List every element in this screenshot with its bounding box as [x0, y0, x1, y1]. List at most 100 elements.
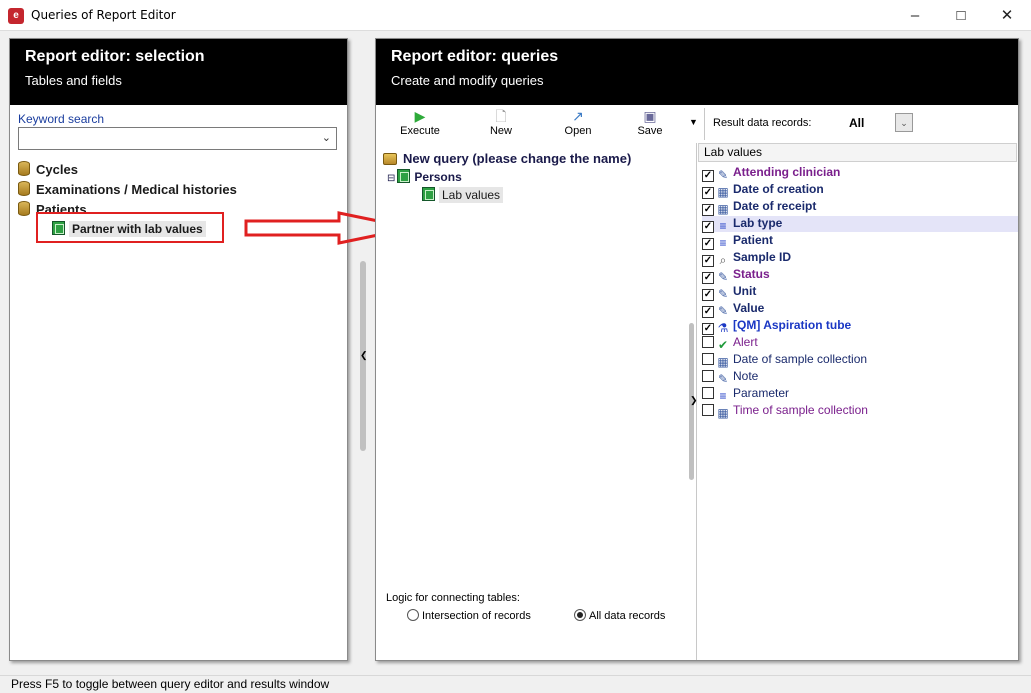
- logic-label: Logic for connecting tables:: [386, 592, 520, 604]
- save-button[interactable]: ▣ Save: [622, 108, 678, 137]
- field-checkbox[interactable]: ✓: [702, 221, 714, 233]
- field-row[interactable]: ✎ Note: [702, 369, 1018, 386]
- field-checkbox[interactable]: [702, 353, 714, 365]
- field-checkbox[interactable]: ✓: [702, 289, 714, 301]
- edit-icon: ✎: [717, 168, 729, 182]
- list-icon: ≡: [719, 236, 727, 250]
- field-checkbox[interactable]: ✓: [702, 187, 714, 199]
- result-records-dropdown[interactable]: ⌄: [895, 113, 913, 132]
- calendar-icon: ▦: [717, 202, 729, 216]
- field-row[interactable]: ✓ ✎ Attending clinician: [702, 165, 1018, 182]
- execute-button[interactable]: ▶ Execute: [392, 108, 448, 137]
- folder-open-icon: ↗: [572, 108, 584, 124]
- new-document-icon: 🗋: [495, 108, 507, 124]
- window-title: Queries of Report Editor: [31, 8, 176, 22]
- collapse-left-icon[interactable]: ❮: [360, 350, 368, 361]
- field-row[interactable]: ✓ ≡ Patient: [702, 233, 1018, 250]
- query-node-label: Lab values: [439, 187, 504, 203]
- play-icon: ▶: [414, 108, 426, 124]
- field-checkbox[interactable]: ✓: [702, 306, 714, 318]
- field-row[interactable]: ✓ ✎ Unit: [702, 284, 1018, 301]
- queries-panel-header: Report editor: queries Create and modify…: [376, 39, 1018, 105]
- execute-label: Execute: [400, 125, 440, 137]
- field-row[interactable]: ✓ ✎ Value: [702, 301, 1018, 318]
- query-root-node[interactable]: New query (please change the name): [383, 151, 631, 166]
- field-label: Date of sample collection: [733, 352, 868, 366]
- chevron-down-icon[interactable]: ⌄: [322, 131, 331, 144]
- fields-list-header: Lab values: [698, 143, 1017, 162]
- radio-all-records[interactable]: All data records: [574, 609, 665, 622]
- table-icon: [422, 187, 435, 201]
- radio-label: All data records: [589, 610, 666, 622]
- keyword-search-input[interactable]: ⌄: [18, 127, 337, 150]
- minimize-icon[interactable]: –: [892, 0, 938, 31]
- tree-item-examinations[interactable]: Examinations / Medical histories: [18, 181, 237, 197]
- close-icon[interactable]: ✕: [984, 0, 1030, 31]
- field-row[interactable]: ✓ ⚗ [QM] Aspiration tube: [702, 318, 1018, 335]
- edit-icon: ✎: [717, 304, 729, 318]
- calendar-icon: ▦: [717, 185, 729, 199]
- query-toolbar: ▶ Execute 🗋 New ↗ Open ▣ Save ▼: [376, 106, 698, 142]
- selection-panel-header: Report editor: selection Tables and fiel…: [10, 39, 347, 105]
- toolbar-overflow-chevron-icon[interactable]: ▼: [689, 117, 698, 127]
- query-node-lab-values[interactable]: Lab values: [422, 187, 504, 203]
- keyword-search-label: Keyword search: [18, 112, 105, 126]
- database-icon: [18, 181, 30, 196]
- field-checkbox[interactable]: [702, 370, 714, 382]
- field-label: Sample ID: [733, 250, 792, 264]
- flask-icon: ⚗: [717, 321, 729, 335]
- field-checkbox[interactable]: [702, 404, 714, 416]
- result-records-value: All: [849, 116, 865, 130]
- field-checkbox[interactable]: ✓: [702, 204, 714, 216]
- field-label: Value: [733, 301, 765, 315]
- field-row[interactable]: ✓ ⌕ Sample ID: [702, 250, 1018, 267]
- field-row[interactable]: ▦ Time of sample collection: [702, 403, 1018, 420]
- calendar-icon: ▦: [717, 406, 729, 420]
- query-icon: [383, 153, 397, 165]
- field-checkbox[interactable]: ✓: [702, 272, 714, 284]
- result-records-label: Result data records:: [713, 117, 812, 129]
- edit-icon: ✎: [717, 270, 729, 284]
- field-row[interactable]: ≡ Parameter: [702, 386, 1018, 403]
- field-row[interactable]: ✓ ▦ Date of receipt: [702, 199, 1018, 216]
- field-label: Parameter: [733, 386, 790, 400]
- database-icon: [18, 201, 30, 216]
- app-logo-icon: e: [8, 8, 24, 24]
- field-row[interactable]: ▦ Date of sample collection: [702, 352, 1018, 369]
- tree-item-cycles[interactable]: Cycles: [18, 161, 78, 177]
- check-icon: ✔: [717, 338, 729, 352]
- expand-right-icon[interactable]: ❯: [690, 395, 698, 406]
- title-bar: e Queries of Report Editor – □ ✕: [0, 0, 1031, 31]
- new-button[interactable]: 🗋 New: [473, 108, 529, 137]
- field-label: Attending clinician: [733, 165, 841, 179]
- new-label: New: [489, 125, 512, 137]
- collapse-icon[interactable]: ⊟: [387, 173, 395, 184]
- radio-button[interactable]: [407, 609, 419, 621]
- query-root-label: New query (please change the name): [403, 151, 632, 166]
- field-row[interactable]: ✓ ▦ Date of creation: [702, 182, 1018, 199]
- save-label: Save: [637, 125, 663, 137]
- query-node-persons[interactable]: ⊟ Persons: [387, 169, 462, 184]
- field-row[interactable]: ✓ ✎ Status: [702, 267, 1018, 284]
- field-row[interactable]: ✔ Alert: [702, 335, 1018, 352]
- radio-intersection[interactable]: Intersection of records: [407, 609, 531, 622]
- field-checkbox[interactable]: ✓: [702, 238, 714, 250]
- database-icon: [18, 161, 30, 176]
- field-row[interactable]: ✓ ≡ Lab type: [702, 216, 1018, 233]
- field-checkbox[interactable]: ✓: [702, 170, 714, 182]
- maximize-icon[interactable]: □: [938, 0, 984, 31]
- field-checkbox[interactable]: [702, 336, 714, 348]
- list-icon: ≡: [719, 219, 727, 233]
- radio-button[interactable]: [574, 609, 586, 621]
- field-checkbox[interactable]: ✓: [702, 323, 714, 335]
- field-label: Lab type: [733, 216, 783, 230]
- open-button[interactable]: ↗ Open: [550, 108, 606, 137]
- field-checkbox[interactable]: ✓: [702, 255, 714, 267]
- radio-label: Intersection of records: [422, 610, 531, 622]
- field-label: Patient: [733, 233, 774, 247]
- field-checkbox[interactable]: [702, 387, 714, 399]
- toolbar-separator: [704, 108, 705, 140]
- selection-panel-subtitle: Tables and fields: [25, 73, 122, 88]
- field-label: Time of sample collection: [733, 403, 868, 417]
- field-label: Alert: [733, 335, 758, 349]
